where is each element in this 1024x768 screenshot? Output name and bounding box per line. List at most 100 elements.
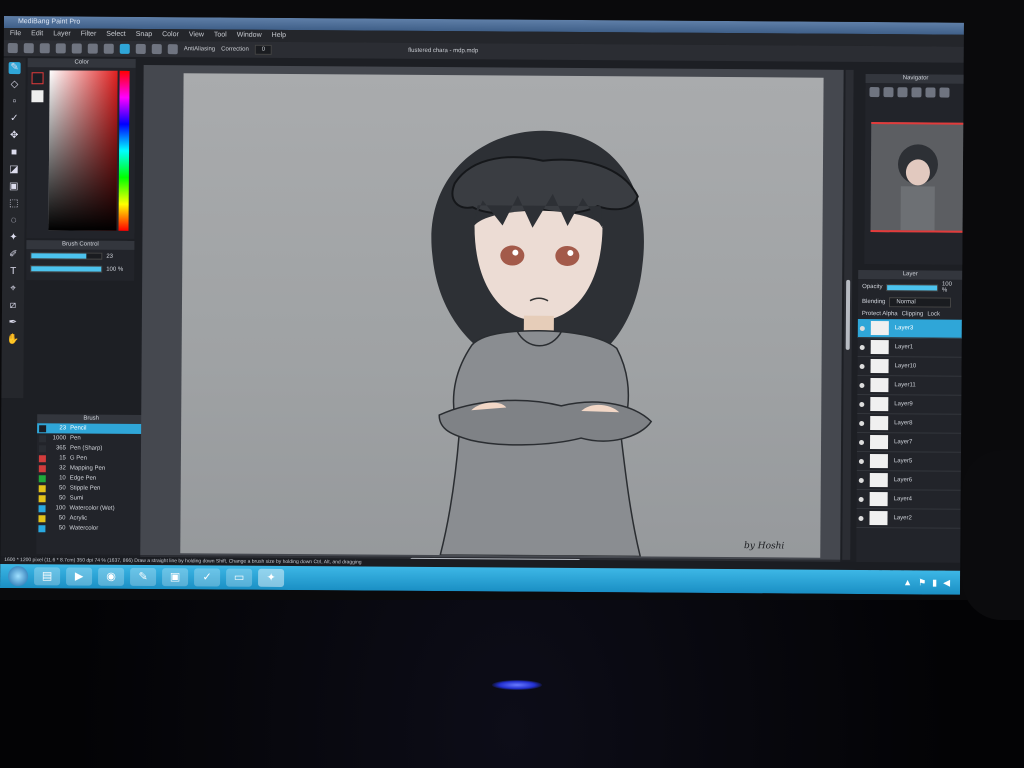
- menu-filter[interactable]: Filter: [81, 29, 97, 41]
- tray-flag-icon[interactable]: ⚑: [918, 577, 926, 588]
- layer-item[interactable]: Layer4: [856, 489, 961, 510]
- layer-item[interactable]: Layer3: [857, 318, 962, 339]
- layer-item[interactable]: Layer10: [857, 356, 962, 377]
- canvas-area[interactable]: by Hoshi: [140, 64, 844, 560]
- eraser-tool-icon[interactable]: ◇: [8, 79, 20, 91]
- checkmark-taskbar-icon[interactable]: ✓: [194, 568, 221, 587]
- flip-icon[interactable]: [939, 87, 950, 98]
- menu-edit[interactable]: Edit: [31, 28, 43, 40]
- visibility-eye-icon[interactable]: [858, 477, 864, 483]
- layer-item[interactable]: Layer8: [857, 413, 962, 434]
- divide-tool-icon[interactable]: ⧄: [7, 300, 19, 312]
- vertical-scroll-thumb[interactable]: [845, 279, 851, 350]
- color-picker-square[interactable]: [48, 70, 118, 231]
- fill-tool-icon[interactable]: ◪: [8, 164, 20, 176]
- vertical-scrollbar[interactable]: [842, 69, 854, 560]
- selection-mode-icon[interactable]: [119, 43, 130, 54]
- hand-tool-icon[interactable]: ✋: [7, 334, 20, 346]
- layer-item[interactable]: Layer7: [856, 432, 962, 453]
- layer-item[interactable]: Layer1: [857, 337, 962, 358]
- clipping-checkbox[interactable]: Clipping: [902, 311, 924, 317]
- tray-arrow-icon[interactable]: ▲: [903, 577, 912, 588]
- hue-slider[interactable]: [118, 70, 130, 231]
- chrome-taskbar-icon[interactable]: ◉: [98, 567, 125, 586]
- document-tab[interactable]: flustered chara - mdp.mdp: [408, 48, 478, 54]
- zoom-out-icon[interactable]: [883, 87, 894, 98]
- layer-item[interactable]: Layer11: [857, 375, 962, 396]
- visibility-eye-icon[interactable]: [859, 401, 865, 407]
- visibility-eye-icon[interactable]: [858, 515, 864, 521]
- select-tool-icon[interactable]: ⬚: [8, 198, 20, 210]
- lasso-tool-icon[interactable]: ◌: [8, 215, 20, 227]
- secondary-color-swatch[interactable]: [31, 90, 44, 103]
- rotate-left-icon[interactable]: [911, 87, 922, 98]
- correction-select[interactable]: 0: [254, 44, 273, 55]
- blending-select[interactable]: Normal: [889, 297, 952, 308]
- undo-icon[interactable]: [87, 43, 98, 54]
- menu-file[interactable]: File: [10, 28, 21, 40]
- fit-icon[interactable]: [897, 87, 908, 98]
- layer-item[interactable]: Layer9: [857, 394, 962, 415]
- protect-alpha-checkbox[interactable]: Protect Alpha: [862, 311, 898, 317]
- gradient-tool-icon[interactable]: ▣: [8, 181, 20, 193]
- brush-tool-icon[interactable]: ✎: [8, 62, 21, 75]
- grid-icon[interactable]: [135, 43, 146, 54]
- visibility-eye-icon[interactable]: [858, 496, 864, 502]
- new-file-icon[interactable]: [7, 43, 18, 54]
- visibility-eye-icon[interactable]: [859, 325, 865, 331]
- artwork-canvas[interactable]: by Hoshi: [180, 73, 824, 558]
- menu-color[interactable]: Color: [162, 29, 179, 41]
- operation-tool-icon[interactable]: ⌖: [7, 283, 19, 295]
- menu-help[interactable]: Help: [272, 30, 286, 42]
- medibang-taskbar-icon[interactable]: ✦: [258, 568, 285, 587]
- cloud-icon[interactable]: [55, 43, 66, 54]
- tray-volume-icon[interactable]: ◀: [943, 577, 950, 588]
- check-tool-icon[interactable]: ✓: [8, 113, 20, 125]
- share-icon[interactable]: [71, 43, 82, 54]
- snap-icon[interactable]: [151, 44, 162, 55]
- brush-opacity-slider[interactable]: [30, 265, 103, 273]
- menu-select[interactable]: Select: [106, 29, 126, 41]
- dot-tool-icon[interactable]: ▫: [8, 96, 20, 108]
- visibility-eye-icon[interactable]: [859, 344, 865, 350]
- visibility-eye-icon[interactable]: [858, 458, 864, 464]
- gear-icon[interactable]: [167, 44, 178, 55]
- layer-opacity-slider[interactable]: [886, 283, 938, 292]
- eyedropper-icon[interactable]: ✒: [7, 317, 19, 329]
- lock-checkbox[interactable]: Lock: [927, 311, 940, 317]
- tray-network-icon[interactable]: ▮: [932, 577, 937, 588]
- select-pen-icon[interactable]: ✐: [7, 249, 19, 261]
- explorer-taskbar-icon[interactable]: ▤: [34, 567, 61, 586]
- shape-tool-icon[interactable]: ■: [8, 147, 20, 159]
- open-file-icon[interactable]: [23, 43, 34, 54]
- visibility-eye-icon[interactable]: [859, 363, 865, 369]
- layer-item[interactable]: Layer2: [856, 508, 961, 529]
- media-taskbar-icon[interactable]: ▶: [66, 567, 93, 586]
- menu-tool[interactable]: Tool: [214, 29, 227, 41]
- navigator-preview[interactable]: [870, 122, 964, 233]
- primary-color-swatch[interactable]: [31, 72, 44, 85]
- layer-item[interactable]: Layer5: [856, 451, 961, 472]
- paint-taskbar-icon[interactable]: ✎: [130, 567, 157, 587]
- brush-item[interactable]: 50 Watercolor: [36, 523, 144, 534]
- redo-icon[interactable]: [103, 43, 114, 54]
- antialiasing-label[interactable]: AntiAliasing: [184, 46, 215, 52]
- menu-snap[interactable]: Snap: [136, 29, 152, 41]
- text-tool-icon[interactable]: T: [7, 266, 19, 278]
- brush-size-slider[interactable]: [30, 252, 103, 260]
- zoom-in-icon[interactable]: [869, 87, 880, 98]
- layer-item[interactable]: Layer6: [856, 470, 961, 491]
- rotate-right-icon[interactable]: [925, 87, 936, 98]
- magic-wand-icon[interactable]: ✦: [7, 232, 19, 244]
- menu-view[interactable]: View: [189, 29, 204, 41]
- app-taskbar-icon[interactable]: ▣: [162, 568, 189, 587]
- visibility-eye-icon[interactable]: [859, 382, 865, 388]
- menu-layer[interactable]: Layer: [53, 28, 71, 40]
- visibility-eye-icon[interactable]: [859, 420, 865, 426]
- menu-window[interactable]: Window: [237, 30, 262, 42]
- start-button[interactable]: [8, 566, 29, 587]
- visibility-eye-icon[interactable]: [859, 439, 865, 445]
- window-taskbar-icon[interactable]: ▭: [226, 568, 253, 587]
- save-icon[interactable]: [39, 43, 50, 54]
- move-tool-icon[interactable]: ✥: [8, 130, 20, 142]
